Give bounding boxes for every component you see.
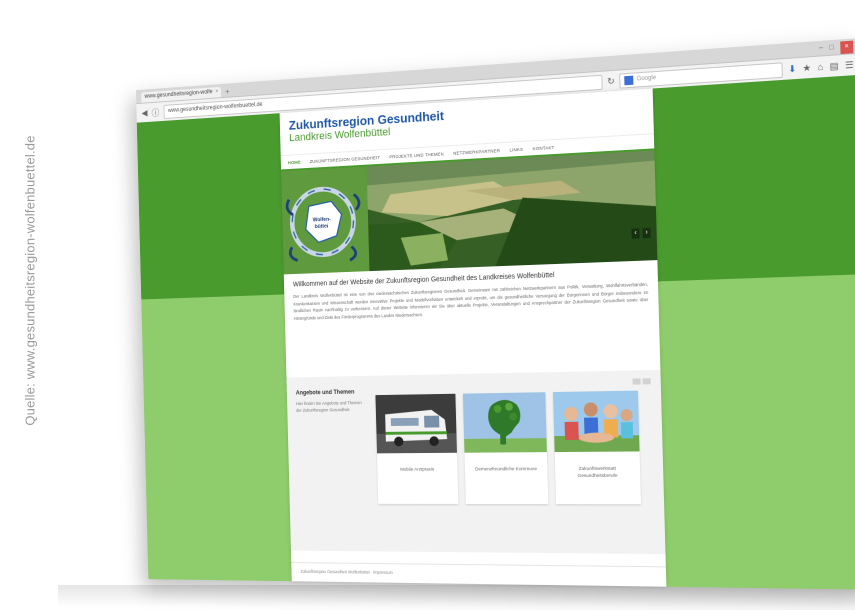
hero-landscape-image: Wolfen- büttel xyxy=(281,150,658,275)
hero-slider: Wolfen- büttel ‹ › xyxy=(281,150,658,275)
site-container: Zukunftsregion Gesundheit Landkreis Wolf… xyxy=(279,88,667,587)
site-footer: Zukunftsregion Gesundheit Wolfenbüttel ·… xyxy=(291,562,667,587)
back-arrow-icon[interactable]: ◀ xyxy=(142,108,148,119)
offer-card-demenz[interactable]: Demenzfreundliche Kommune xyxy=(462,392,549,505)
reload-icon[interactable]: ↻ xyxy=(607,75,615,87)
page-viewport: Zukunftsregion Gesundheit Landkreis Wolf… xyxy=(136,74,855,590)
home-icon[interactable]: ⌂ xyxy=(817,61,823,73)
card-caption: Zukunftswerkstatt Gesundheitsberufe xyxy=(577,466,618,479)
offers-intro: Angebote und Themen Hier finden Sie Ange… xyxy=(296,389,369,413)
map-label-line2: büttel xyxy=(315,223,329,230)
offer-card-mobile-praxis[interactable]: Mobile Arztpraxis xyxy=(375,393,459,504)
tab-title: www.gesundheitsregion-wolfe xyxy=(144,89,213,100)
library-icon[interactable]: ▤ xyxy=(829,60,838,72)
nav-item-netzwerkpartner[interactable]: NETZWERKPARTNER xyxy=(453,148,500,156)
search-placeholder: Google xyxy=(636,74,657,82)
browser-window: www.gesundheitsregion-wolfe × + − □ × ◀ … xyxy=(135,38,855,590)
nav-item-links[interactable]: LINKS xyxy=(510,146,524,152)
card-caption: Mobile Arztpraxis xyxy=(400,467,435,473)
slider-next-icon[interactable]: › xyxy=(642,227,651,239)
close-window-icon[interactable]: × xyxy=(840,40,854,55)
tab-close-icon[interactable]: × xyxy=(215,87,218,98)
card-image-bus xyxy=(375,393,457,454)
menu-icon[interactable]: ☰ xyxy=(845,59,854,71)
nav-item-zukunftsregion[interactable]: ZUKUNFTSREGION GESUNDHEIT xyxy=(310,155,380,164)
map-label-line1: Wolfen- xyxy=(313,217,331,224)
offer-card-zukunftswerkstatt[interactable]: Zukunftswerkstatt Gesundheitsberufe xyxy=(553,390,642,505)
download-icon[interactable]: ⬇ xyxy=(788,63,796,75)
offers-text: Hier finden Sie Angebote und Themen der … xyxy=(295,400,362,413)
slider-controls: ‹ › xyxy=(631,227,651,239)
maximize-icon[interactable]: □ xyxy=(829,42,834,55)
bookmark-star-icon[interactable]: ★ xyxy=(802,62,811,74)
offers-pager xyxy=(632,378,651,385)
toolbar-icons: ⬇ ★ ⌂ ▤ ☰ xyxy=(788,59,854,75)
minimize-icon[interactable]: − xyxy=(818,43,824,56)
nav-item-projekte[interactable]: PROJEKTE UND THEMEN xyxy=(389,151,444,159)
card-image-tree-head xyxy=(462,392,547,453)
welcome-text: Der Landkreis Wolfenbüttel ist eine von … xyxy=(293,281,649,321)
screenshot-stage: www.gesundheitsregion-wolfe × + − □ × ◀ … xyxy=(0,0,855,610)
info-icon[interactable]: ⓘ xyxy=(152,106,160,119)
slider-prev-icon[interactable]: ‹ xyxy=(631,228,640,239)
pager-prev-button[interactable] xyxy=(632,378,641,385)
google-search-icon xyxy=(624,75,634,85)
card-image-people xyxy=(553,390,640,453)
new-tab-icon[interactable]: + xyxy=(225,86,229,97)
nav-item-kontakt[interactable]: KONTAKT xyxy=(533,145,555,151)
offers-title: Angebote und Themen xyxy=(295,389,355,397)
pager-next-button[interactable] xyxy=(642,378,651,385)
card-caption: Demenzfreundliche Kommune xyxy=(475,467,538,473)
offers-section: Angebote und Themen Hier finden Sie Ange… xyxy=(286,369,666,555)
welcome-section: Willkommen auf der Website der Zukunftsr… xyxy=(284,260,661,377)
nav-item-home[interactable]: HOME xyxy=(288,159,301,165)
